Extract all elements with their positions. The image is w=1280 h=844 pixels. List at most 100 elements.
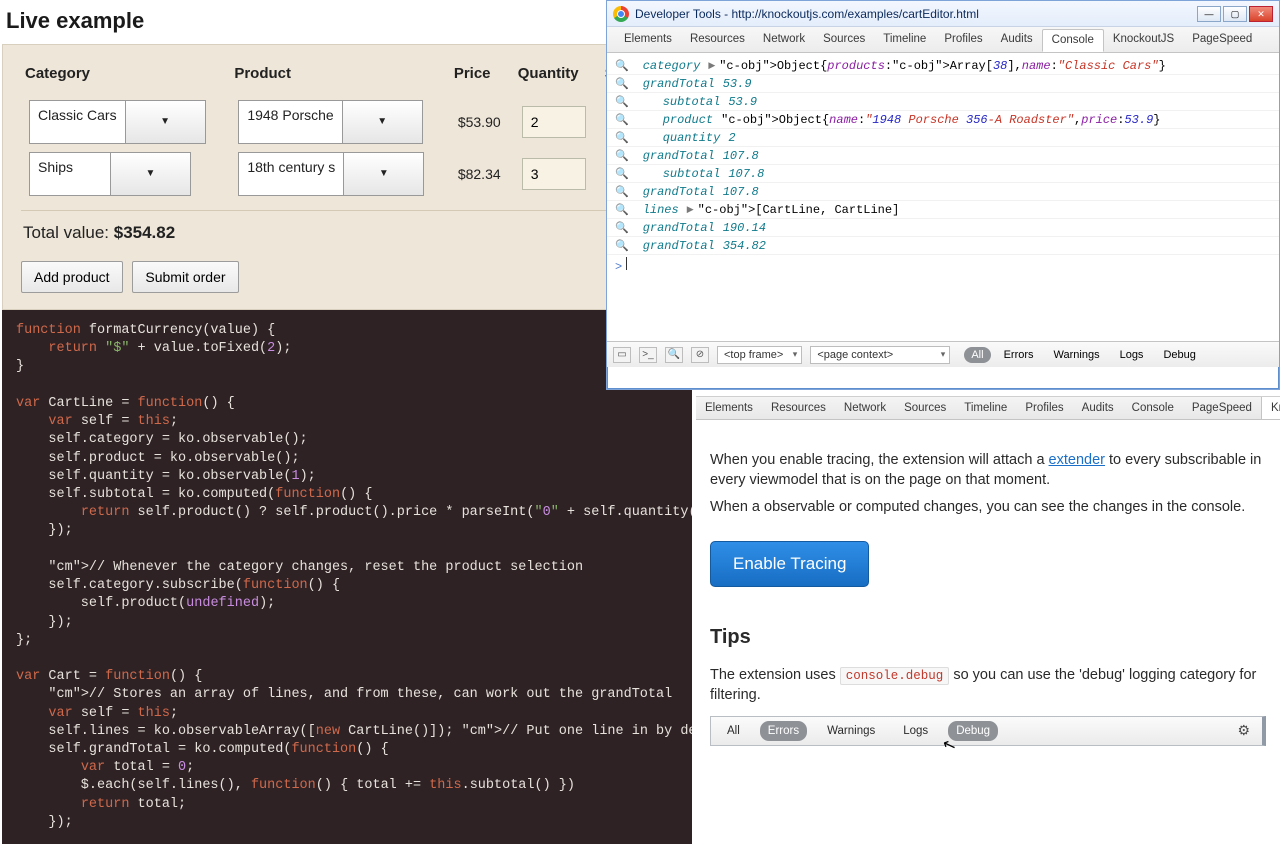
- chevron-down-icon[interactable]: ▼: [125, 101, 205, 143]
- col-product: Product: [230, 61, 450, 96]
- devtools-window: Developer Tools - http://knockoutjs.com/…: [606, 0, 1280, 390]
- devtools-tab-resources[interactable]: Resources: [681, 27, 754, 52]
- console-filters: All Errors Warnings Logs Debug: [964, 347, 1203, 363]
- panel-tab-timeline[interactable]: Timeline: [955, 397, 1016, 419]
- category-select[interactable]: Ships▼: [29, 152, 191, 196]
- product-value: 1948 Porsche: [239, 101, 341, 143]
- devtools-tab-console[interactable]: Console: [1042, 29, 1104, 52]
- panel-tab-profiles[interactable]: Profiles: [1016, 397, 1072, 419]
- maximize-button[interactable]: ▢: [1223, 6, 1247, 22]
- chevron-down-icon[interactable]: ▼: [342, 101, 422, 143]
- magnifier-icon[interactable]: 🔍: [615, 203, 629, 217]
- console-row[interactable]: 🔍grandTotal107.8: [607, 183, 1279, 201]
- dock-icon[interactable]: ▭: [613, 347, 631, 363]
- console-row[interactable]: 🔍subtotal107.8: [607, 165, 1279, 183]
- chevron-down-icon[interactable]: ▼: [343, 153, 423, 195]
- magnifier-icon[interactable]: 🔍: [615, 221, 629, 235]
- minibar-debug[interactable]: Debug: [948, 721, 998, 741]
- add-product-button[interactable]: Add product: [21, 261, 123, 293]
- devtools-tab-timeline[interactable]: Timeline: [874, 27, 935, 52]
- gear-icon[interactable]: ⚙: [1237, 721, 1250, 741]
- minibar-all[interactable]: All: [719, 721, 748, 741]
- magnifier-icon[interactable]: 🔍: [615, 167, 629, 181]
- minimize-button[interactable]: —: [1197, 6, 1221, 22]
- source-code: function formatCurrency(value) { return …: [2, 310, 692, 844]
- console-prompt[interactable]: >: [607, 255, 1279, 276]
- panel-tab-pagespeed[interactable]: PageSpeed: [1183, 397, 1261, 419]
- total-label: Total value:: [23, 223, 114, 242]
- cart-editor: Category Product Price Quantity Subtotal…: [2, 44, 692, 310]
- console-toolbar: ▭ >_ 🔍 ⊘ <top frame> <page context> All E…: [607, 341, 1279, 367]
- magnifier-icon[interactable]: 🔍: [615, 59, 629, 73]
- console-row[interactable]: 🔍grandTotal190.14: [607, 219, 1279, 237]
- close-button[interactable]: ✕: [1249, 6, 1273, 22]
- console-row[interactable]: 🔍product"c-obj">Object {name: "1948 Pors…: [607, 111, 1279, 129]
- devtools-tab-profiles[interactable]: Profiles: [935, 27, 991, 52]
- total-line: Total value: $354.82: [23, 223, 679, 243]
- panel-tab-elements[interactable]: Elements: [696, 397, 762, 419]
- minibar-errors[interactable]: Errors: [760, 721, 807, 741]
- filter-bar-screenshot: ↖ AllErrorsWarningsLogsDebug⚙: [710, 716, 1266, 746]
- frame-select[interactable]: <top frame>: [717, 346, 802, 364]
- filter-all[interactable]: All: [964, 347, 990, 363]
- devtools-tab-sources[interactable]: Sources: [814, 27, 874, 52]
- console-row[interactable]: 🔍grandTotal107.8: [607, 147, 1279, 165]
- product-select[interactable]: 1948 Porsche▼: [238, 100, 422, 144]
- devtools-tab-network[interactable]: Network: [754, 27, 814, 52]
- devtools-tab-elements[interactable]: Elements: [615, 27, 681, 52]
- magnifier-icon[interactable]: 🔍: [615, 77, 629, 91]
- table-row: Classic Cars▼1948 Porsche▼$53.90$107.80: [21, 96, 679, 148]
- panel-tab-network[interactable]: Network: [835, 397, 895, 419]
- quantity-input[interactable]: [522, 158, 586, 190]
- devtools-tab-knockoutjs[interactable]: KnockoutJS: [1104, 27, 1183, 52]
- devtools-tab-audits[interactable]: Audits: [992, 27, 1042, 52]
- minibar-logs[interactable]: Logs: [895, 721, 936, 741]
- panel-tab-sources[interactable]: Sources: [895, 397, 955, 419]
- chevron-down-icon[interactable]: ▼: [110, 153, 190, 195]
- console-row[interactable]: 🔍lines▶"c-obj">[CartLine, CartLine]: [607, 201, 1279, 219]
- magnifier-icon[interactable]: 🔍: [615, 113, 629, 127]
- product-select[interactable]: 18th century s▼: [238, 152, 424, 196]
- tracing-desc-2: When a observable or computed changes, y…: [710, 497, 1266, 517]
- panel-tab-knockoutjs[interactable]: KnockoutJS: [1261, 397, 1280, 419]
- magnifier-icon[interactable]: 🔍: [615, 131, 629, 145]
- panel-tab-resources[interactable]: Resources: [762, 397, 835, 419]
- category-value: Classic Cars: [30, 101, 125, 143]
- devtools-titlebar[interactable]: Developer Tools - http://knockoutjs.com/…: [607, 1, 1279, 27]
- magnifier-icon[interactable]: 🔍: [615, 149, 629, 163]
- extender-link[interactable]: extender: [1049, 452, 1105, 468]
- product-value: 18th century s: [239, 153, 343, 195]
- example-page: Live example Category Product Price Quan…: [2, 0, 692, 844]
- console-row[interactable]: 🔍category▶"c-obj">Object {products: "c-o…: [607, 57, 1279, 75]
- clear-icon[interactable]: ⊘: [691, 347, 709, 363]
- filter-warnings[interactable]: Warnings: [1047, 347, 1107, 363]
- enable-tracing-button[interactable]: Enable Tracing: [710, 541, 869, 587]
- console-output[interactable]: 🔍category▶"c-obj">Object {products: "c-o…: [607, 53, 1279, 341]
- console-row[interactable]: 🔍grandTotal354.82: [607, 237, 1279, 255]
- console-row[interactable]: 🔍grandTotal53.9: [607, 75, 1279, 93]
- category-select[interactable]: Classic Cars▼: [29, 100, 206, 144]
- panel-tab-console[interactable]: Console: [1123, 397, 1183, 419]
- filter-errors[interactable]: Errors: [997, 347, 1041, 363]
- minibar-warnings[interactable]: Warnings: [819, 721, 883, 741]
- quantity-input[interactable]: [522, 106, 586, 138]
- col-category: Category: [21, 61, 230, 96]
- panel-tab-audits[interactable]: Audits: [1073, 397, 1123, 419]
- extension-body: When you enable tracing, the extension w…: [696, 420, 1280, 756]
- console-row[interactable]: 🔍subtotal53.9: [607, 93, 1279, 111]
- col-quantity: Quantity: [514, 61, 601, 96]
- magnifier-icon[interactable]: 🔍: [615, 239, 629, 253]
- submit-order-button[interactable]: Submit order: [132, 261, 238, 293]
- chrome-icon: [613, 6, 629, 22]
- magnifier-icon[interactable]: 🔍: [615, 185, 629, 199]
- console-toggle-icon[interactable]: >_: [639, 347, 657, 363]
- magnifier-icon[interactable]: 🔍: [615, 95, 629, 109]
- console-row[interactable]: 🔍quantity2: [607, 129, 1279, 147]
- devtools-tab-pagespeed[interactable]: PageSpeed: [1183, 27, 1261, 52]
- filter-debug[interactable]: Debug: [1156, 347, 1202, 363]
- category-value: Ships: [30, 153, 110, 195]
- search-icon[interactable]: 🔍: [665, 347, 683, 363]
- devtools-tabs: ElementsResourcesNetworkSourcesTimelineP…: [607, 27, 1279, 53]
- context-select[interactable]: <page context>: [810, 346, 950, 364]
- filter-logs[interactable]: Logs: [1113, 347, 1151, 363]
